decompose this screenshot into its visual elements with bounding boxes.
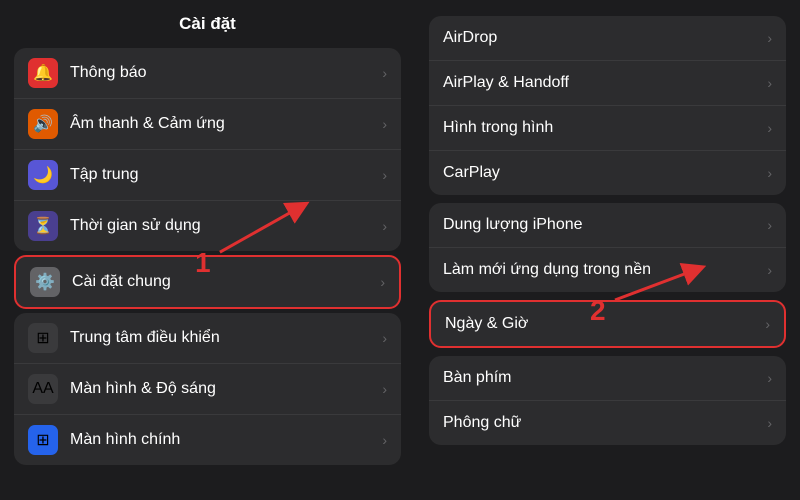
airdrop-chevron: › bbox=[767, 30, 772, 46]
font-chevron: › bbox=[767, 415, 772, 431]
focus-icon: 🌙 bbox=[28, 160, 58, 190]
right-item-datetime[interactable]: Ngày & Giờ› bbox=[431, 302, 784, 346]
datetime-chevron: › bbox=[765, 316, 770, 332]
right-item-pip[interactable]: Hình trong hình› bbox=[429, 106, 786, 151]
pip-label: Hình trong hình bbox=[443, 119, 767, 137]
screentime-icon: ⏳ bbox=[28, 211, 58, 241]
right-item-storage[interactable]: Dung lượng iPhone› bbox=[429, 203, 786, 248]
bgrefresh-label: Làm mới ứng dụng trong nền bbox=[443, 261, 767, 279]
right-item-airplay[interactable]: AirPlay & Handoff› bbox=[429, 61, 786, 106]
homescreen-label: Màn hình chính bbox=[70, 431, 382, 449]
font-label: Phông chữ bbox=[443, 414, 767, 432]
right-group-rgroup2: Dung lượng iPhone›Làm mới ứng dụng trong… bbox=[429, 203, 786, 292]
right-group-rgroup1: AirDrop›AirPlay & Handoff›Hình trong hìn… bbox=[429, 16, 786, 195]
airdrop-label: AirDrop bbox=[443, 29, 767, 47]
storage-label: Dung lượng iPhone bbox=[443, 216, 767, 234]
airplay-chevron: › bbox=[767, 75, 772, 91]
homescreen-chevron: › bbox=[382, 432, 387, 448]
settings-item-screentime[interactable]: ⏳ Thời gian sử dụng› bbox=[14, 201, 401, 251]
focus-chevron: › bbox=[382, 167, 387, 183]
keyboard-label: Bàn phím bbox=[443, 369, 767, 387]
right-panel: AirDrop›AirPlay & Handoff›Hình trong hìn… bbox=[415, 0, 800, 500]
controlcenter-chevron: › bbox=[382, 330, 387, 346]
notifications-chevron: › bbox=[382, 65, 387, 81]
airplay-label: AirPlay & Handoff bbox=[443, 74, 767, 92]
left-panel: Cài đặt 🔔Thông báo›🔊Âm thanh & Cảm ứng›🌙… bbox=[0, 0, 415, 500]
notifications-icon: 🔔 bbox=[28, 58, 58, 88]
settings-item-general[interactable]: ⚙️ Cài đặt chung› bbox=[16, 257, 399, 307]
settings-item-controlcenter[interactable]: ⊞ Trung tâm điều khiển› bbox=[14, 313, 401, 364]
settings-item-notifications[interactable]: 🔔 Thông báo› bbox=[14, 48, 401, 99]
settings-group-group3: ⊞Trung tâm điều khiển›AAMàn hình & Độ sá… bbox=[14, 313, 401, 465]
sounds-icon: 🔊 bbox=[28, 109, 58, 139]
display-icon: AA bbox=[28, 374, 58, 404]
sounds-chevron: › bbox=[382, 116, 387, 132]
screentime-label: Thời gian sử dụng bbox=[70, 217, 382, 235]
bgrefresh-chevron: › bbox=[767, 262, 772, 278]
sounds-label: Âm thanh & Cảm ứng bbox=[70, 115, 382, 133]
controlcenter-label: Trung tâm điều khiển bbox=[70, 329, 382, 347]
general-label: Cài đặt chung bbox=[72, 273, 380, 291]
right-item-airdrop[interactable]: AirDrop› bbox=[429, 16, 786, 61]
datetime-label: Ngày & Giờ bbox=[445, 315, 765, 333]
display-label: Màn hình & Độ sáng bbox=[70, 380, 382, 398]
pip-chevron: › bbox=[767, 120, 772, 136]
right-item-keyboard[interactable]: Bàn phím› bbox=[429, 356, 786, 401]
controlcenter-icon: ⊞ bbox=[28, 323, 58, 353]
notifications-label: Thông báo bbox=[70, 64, 382, 82]
settings-group-group2: ⚙️ Cài đặt chung› bbox=[14, 255, 401, 309]
settings-group-group1: 🔔Thông báo›🔊Âm thanh & Cảm ứng›🌙Tập trun… bbox=[14, 48, 401, 251]
right-item-bgrefresh[interactable]: Làm mới ứng dụng trong nền› bbox=[429, 248, 786, 292]
carplay-label: CarPlay bbox=[443, 164, 767, 182]
settings-item-focus[interactable]: 🌙 Tập trung› bbox=[14, 150, 401, 201]
settings-item-sounds[interactable]: 🔊 Âm thanh & Cảm ứng› bbox=[14, 99, 401, 150]
general-icon: ⚙️ bbox=[30, 267, 60, 297]
right-group-rgroup4: Bàn phím›Phông chữ› bbox=[429, 356, 786, 445]
right-item-carplay[interactable]: CarPlay› bbox=[429, 151, 786, 195]
display-chevron: › bbox=[382, 381, 387, 397]
general-chevron: › bbox=[380, 274, 385, 290]
screentime-chevron: › bbox=[382, 218, 387, 234]
right-item-font[interactable]: Phông chữ› bbox=[429, 401, 786, 445]
keyboard-chevron: › bbox=[767, 370, 772, 386]
page-title: Cài đặt bbox=[0, 0, 415, 44]
settings-item-homescreen[interactable]: ⊞ Màn hình chính› bbox=[14, 415, 401, 465]
storage-chevron: › bbox=[767, 217, 772, 233]
settings-item-display[interactable]: AA Màn hình & Độ sáng› bbox=[14, 364, 401, 415]
left-content: 🔔Thông báo›🔊Âm thanh & Cảm ứng›🌙Tập trun… bbox=[0, 44, 415, 500]
homescreen-icon: ⊞ bbox=[28, 425, 58, 455]
carplay-chevron: › bbox=[767, 165, 772, 181]
focus-label: Tập trung bbox=[70, 166, 382, 184]
right-group-rgroup3: Ngày & Giờ› bbox=[429, 300, 786, 348]
